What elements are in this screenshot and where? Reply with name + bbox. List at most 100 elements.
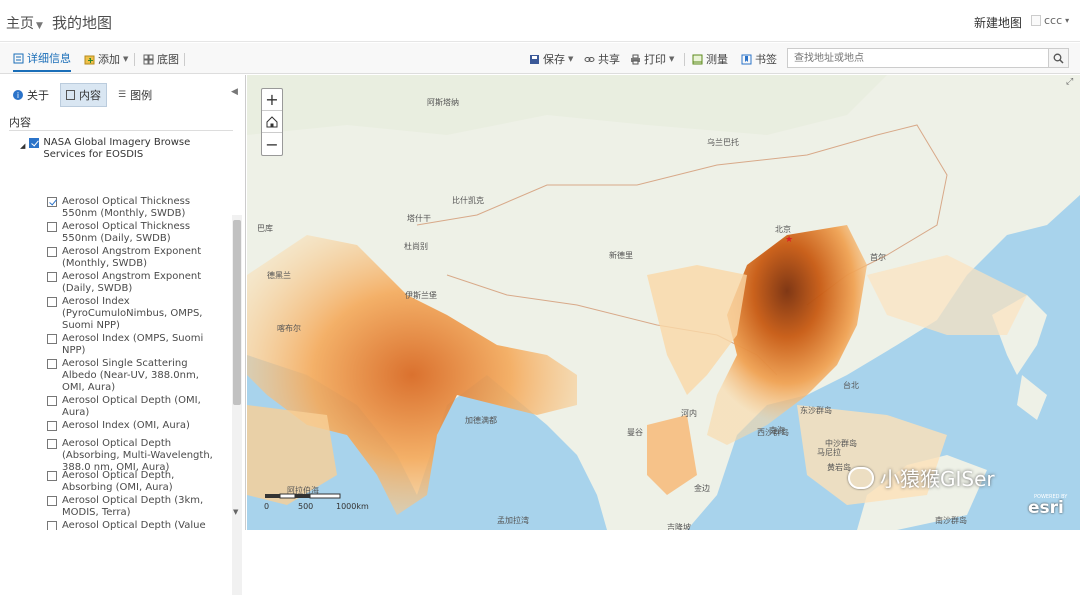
scrollbar-thumb[interactable] — [233, 220, 241, 405]
svg-text:★: ★ — [785, 235, 793, 245]
scale-label-1000: 1000km — [336, 502, 369, 511]
map-place-label: 吉隆坡 — [667, 523, 691, 530]
add-button[interactable]: 添加 ▼ — [84, 51, 128, 67]
layer-item[interactable]: Aerosol Optical Depth (3km, MODIS, Terra… — [47, 495, 217, 519]
layer-checkbox[interactable] — [47, 521, 57, 530]
group-checkbox[interactable] — [29, 138, 40, 148]
layer-label: Aerosol Index (OMI, Aura) — [62, 420, 190, 431]
layer-checkbox[interactable] — [47, 471, 57, 481]
basemap-image: ★ — [247, 75, 1080, 530]
expand-icon[interactable]: ⤢ — [1066, 77, 1073, 87]
scroll-down-icon[interactable]: ▼ — [233, 508, 238, 516]
tab-about[interactable]: i 关于 — [8, 83, 54, 107]
collapse-triangle-icon[interactable]: ◢ — [20, 140, 25, 161]
layer-item[interactable]: Aerosol Single Scattering Albedo (Near-U… — [47, 358, 217, 394]
details-button[interactable]: 详细信息 — [13, 50, 71, 72]
layer-list: ◢ NASA Global Imagery Browse Services fo… — [0, 135, 232, 530]
collapse-panel-icon[interactable]: ◀ — [231, 87, 238, 97]
layer-checkbox[interactable] — [47, 396, 57, 406]
layer-label: Aerosol Index (OMPS, Suomi NPP) — [62, 333, 204, 356]
zoom-out-button[interactable]: − — [262, 133, 282, 155]
scale-label-500: 500 — [298, 502, 314, 511]
layer-item[interactable]: Aerosol Optical Depth (OMI, Aura) — [47, 395, 217, 419]
map-place-label: 河内 — [681, 409, 697, 418]
layer-item[interactable]: Aerosol Index (OMI, Aura) — [47, 420, 217, 432]
tab-legend-label: 图例 — [130, 89, 153, 102]
add-icon — [84, 55, 95, 64]
new-map-link[interactable]: 新建地图 — [974, 14, 1022, 31]
layer-item[interactable]: Aerosol Optical Thickness 550nm (Daily, … — [47, 221, 217, 245]
search-button[interactable] — [1049, 48, 1069, 68]
map-title: 我的地图 — [52, 14, 113, 32]
layer-item[interactable]: Aerosol Optical Depth (Value Added, MODI… — [47, 520, 217, 530]
print-button[interactable]: 打印 ▼ — [630, 51, 674, 67]
layer-item[interactable]: Aerosol Angstrom Exponent (Daily, SWDB) — [47, 271, 217, 295]
layer-checkbox[interactable] — [47, 272, 57, 282]
group-label: NASA Global Imagery Browse Services for … — [43, 137, 191, 160]
layer-group[interactable]: ◢ NASA Global Imagery Browse Services fo… — [20, 137, 220, 161]
layer-item[interactable]: Aerosol Optical Depth (Absorbing, Multi-… — [47, 438, 217, 474]
content-heading: 内容 — [9, 116, 31, 129]
search-icon — [1053, 53, 1064, 64]
details-icon — [13, 53, 24, 63]
map-place-label: 比什凯克 — [452, 196, 484, 205]
layer-item[interactable]: Aerosol Index (PyroCumuloNimbus, OMPS, S… — [47, 296, 217, 332]
home-menu[interactable]: 主页 ▼ — [6, 13, 43, 33]
basemap-button[interactable]: 底图 — [143, 51, 179, 67]
save-icon — [530, 54, 539, 64]
layer-checkbox[interactable] — [47, 197, 57, 207]
layer-checkbox[interactable] — [47, 439, 57, 449]
details-label: 详细信息 — [27, 52, 71, 65]
chevron-down-icon: ▼ — [669, 55, 675, 63]
tab-legend[interactable]: ☰ 图例 — [113, 83, 157, 107]
home-label: 主页 — [6, 16, 34, 32]
save-button[interactable]: 保存 ▼ — [529, 51, 573, 67]
map-place-label: 南海 — [769, 426, 785, 435]
search-input[interactable] — [787, 48, 1049, 68]
zoom-in-button[interactable]: + — [262, 89, 282, 111]
print-label: 打印 — [644, 53, 666, 66]
map-place-label: 德黑兰 — [267, 271, 291, 280]
layer-checkbox[interactable] — [47, 359, 57, 369]
watermark-text: 小猿猴GISer — [880, 467, 995, 491]
ruler-icon — [692, 54, 703, 64]
zoom-control: + − — [261, 88, 283, 156]
home-extent-button[interactable] — [262, 111, 282, 133]
map-place-label: 曼谷 — [627, 428, 643, 437]
scale-bar — [265, 493, 341, 499]
layer-checkbox[interactable] — [47, 297, 57, 307]
layer-checkbox[interactable] — [47, 421, 57, 431]
map-view[interactable]: ★ 阿斯塔纳 乌兰巴托 比什凯克 塔什干 杜尚别 巴库 德黑兰 喀布尔 伊斯兰堡 北京 首尔 加德满都… — [247, 75, 1080, 530]
map-place-label: 阿斯塔纳 — [427, 98, 459, 107]
wechat-icon — [848, 466, 874, 489]
layer-checkbox[interactable] — [47, 222, 57, 232]
layer-item[interactable]: Aerosol Optical Thickness 550nm (Monthly… — [47, 196, 217, 220]
layer-item[interactable]: Aerosol Angstrom Exponent (Monthly, SWDB… — [47, 246, 217, 270]
layer-label: Aerosol Index (PyroCumuloNimbus, OMPS, S… — [62, 296, 203, 331]
layer-item[interactable]: Aerosol Index (OMPS, Suomi NPP) — [47, 333, 217, 357]
save-label: 保存 — [543, 53, 565, 66]
content-panel: i 关于 内容 ☰ 图例 ◀ 内容 ◢ NASA Global Imagery Br… — [0, 75, 246, 595]
share-button[interactable]: 共享 — [584, 51, 620, 67]
bookmarks-button[interactable]: 书签 — [741, 51, 777, 67]
layer-checkbox[interactable] — [47, 496, 57, 506]
layer-label: Aerosol Angstrom Exponent (Daily, SWDB) — [62, 271, 202, 294]
measure-button[interactable]: 测量 — [692, 51, 728, 67]
bookmark-icon — [741, 54, 752, 64]
user-menu[interactable]: ccc ▾ — [1031, 14, 1069, 27]
chevron-down-icon: ▼ — [36, 21, 43, 31]
map-place-label: 孟加拉湾 — [497, 516, 529, 525]
map-place-label: 台北 — [843, 381, 859, 390]
map-place-label: 东沙群岛 — [800, 406, 832, 415]
map-place-label: 新德里 — [609, 251, 633, 260]
layer-item[interactable]: Aerosol Optical Depth, Absorbing (OMI, A… — [47, 470, 217, 494]
info-icon: i — [13, 90, 23, 100]
layer-label: Aerosol Optical Thickness 550nm (Daily, … — [62, 221, 191, 244]
layer-checkbox[interactable] — [47, 247, 57, 257]
layer-label: Aerosol Optical Depth (OMI, Aura) — [62, 395, 201, 418]
layer-label: Aerosol Optical Depth (3km, MODIS, Terra… — [62, 495, 204, 518]
tab-content[interactable]: 内容 — [60, 83, 107, 107]
map-place-label: 中沙群岛 — [825, 439, 857, 448]
layer-checkbox[interactable] — [47, 334, 57, 344]
watermark: 小猿猴GISer — [848, 463, 995, 492]
